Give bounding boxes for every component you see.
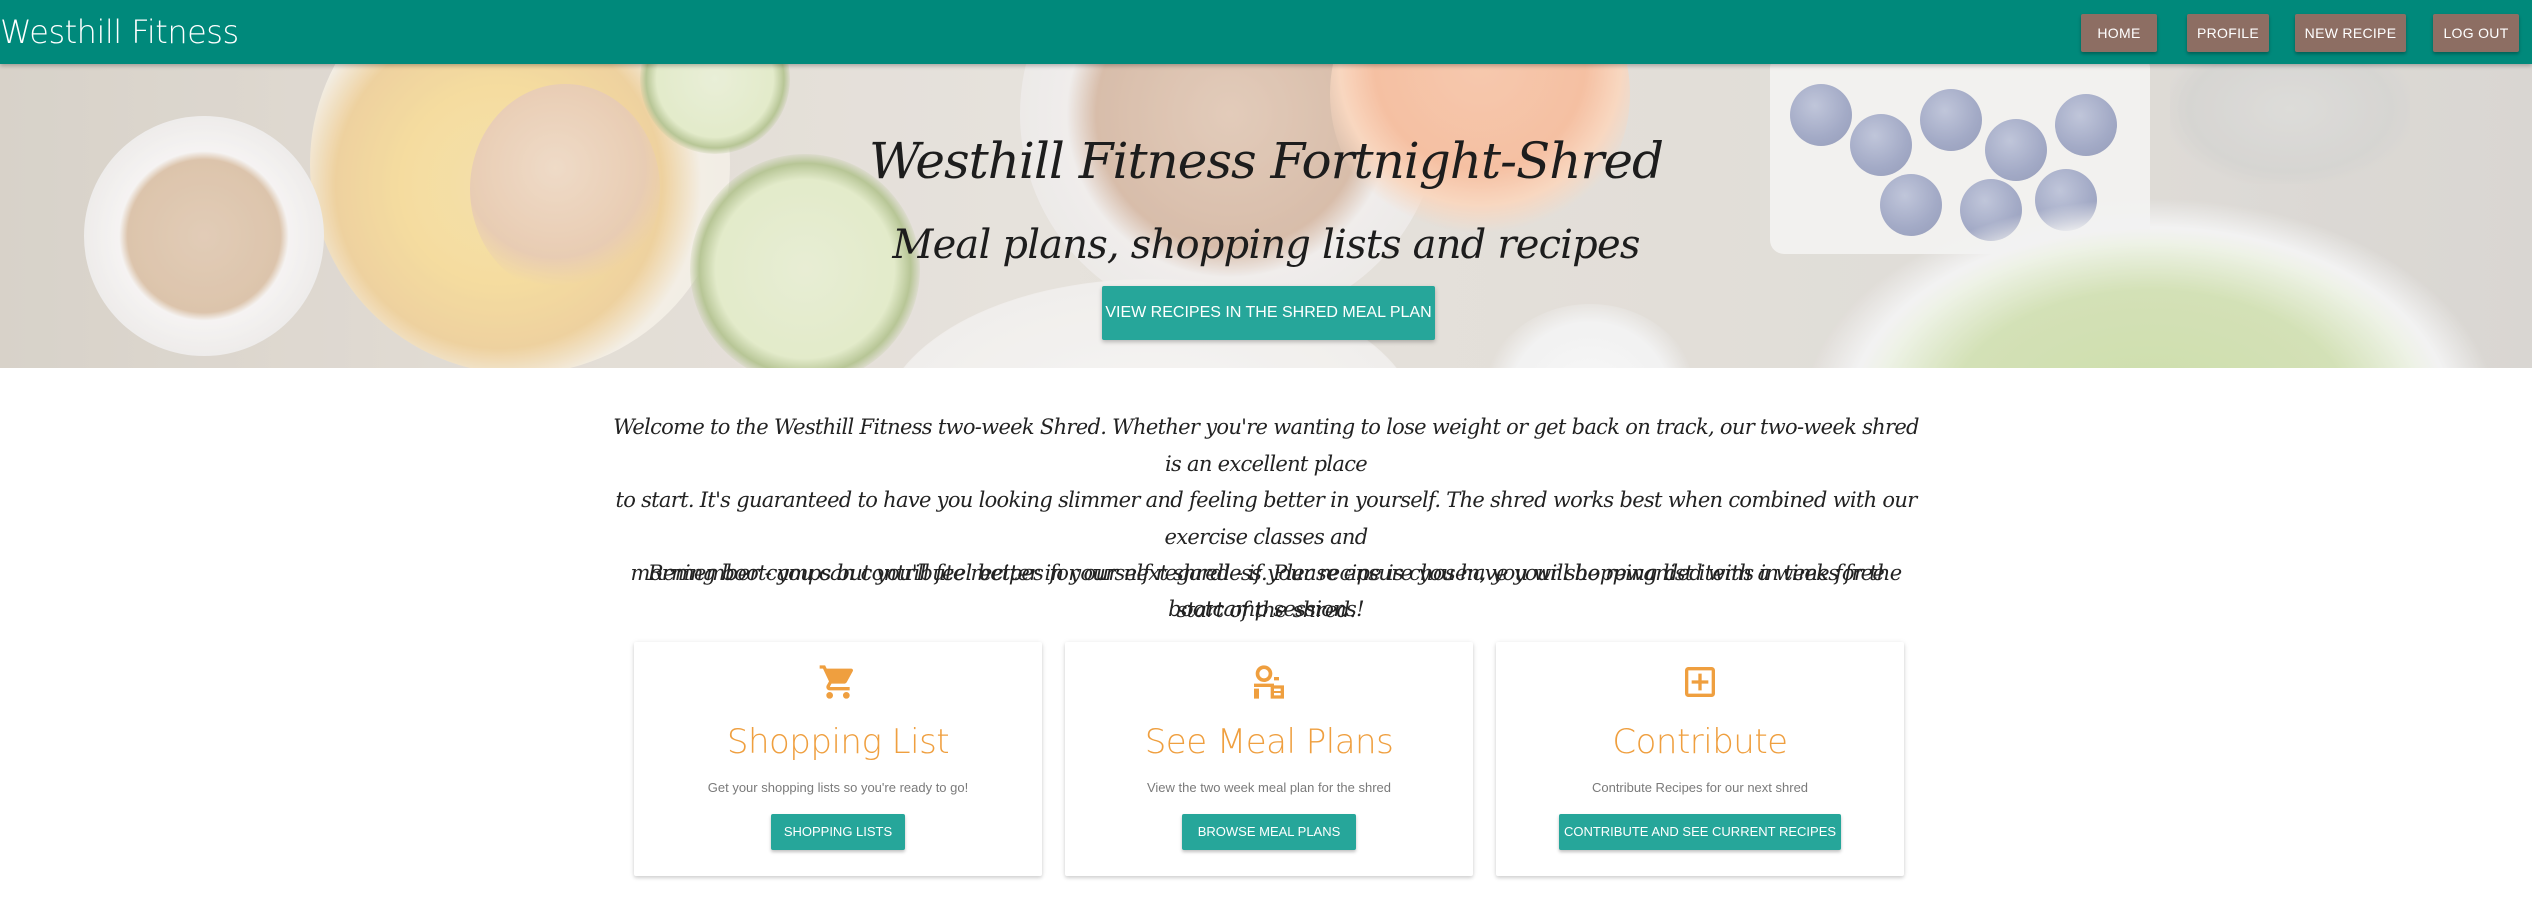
view-recipes-button[interactable]: VIEW RECIPES IN THE SHRED MEAL PLAN	[1102, 286, 1435, 340]
nav-logout-button[interactable]: LOG OUT	[2433, 14, 2519, 52]
browse-meal-plans-button[interactable]: BROWSE MEAL PLANS	[1182, 814, 1356, 850]
hero-subtitle: Meal plans, shopping lists and recipes	[892, 222, 1640, 268]
hero-title: Westhill Fitness Fortnight-Shred	[869, 132, 1664, 190]
nav-home-button[interactable]: HOME	[2081, 14, 2157, 52]
meal-plan-icon	[1254, 665, 1284, 699]
shopping-lists-button[interactable]: SHOPPING LISTS	[771, 814, 905, 850]
top-navbar: Westhill Fitness HOME PROFILE NEW RECIPE…	[0, 0, 2532, 64]
nav-profile-button[interactable]: PROFILE	[2187, 14, 2269, 52]
card-title: See Meal Plans	[1144, 722, 1394, 762]
shopping-list-card: Shopping List Get your shopping lists so…	[634, 642, 1042, 876]
card-description: Get your shopping lists so you're ready …	[707, 780, 969, 795]
brand-logo[interactable]: Westhill Fitness	[0, 13, 239, 51]
intro-line: to start. It's guaranteed to have you lo…	[615, 488, 1917, 549]
card-description: View the two week meal plan for the shre…	[1146, 780, 1391, 795]
add-box-icon	[1685, 667, 1715, 697]
contribute-card: Contribute Contribute Recipes for our ne…	[1496, 642, 1904, 876]
shopping-cart-icon	[819, 665, 854, 699]
intro-line: Welcome to the Westhill Fitness two-week…	[613, 415, 1919, 476]
meal-plans-card: See Meal Plans View the two week meal pl…	[1065, 642, 1473, 876]
remember-note: Remember - you can contribute recipes fo…	[647, 561, 1885, 621]
card-description: Contribute Recipes for our next shred	[1591, 780, 1809, 795]
nav-new-recipe-button[interactable]: NEW RECIPE	[2295, 14, 2406, 52]
card-title: Shopping List	[726, 722, 950, 762]
card-title: Contribute	[1612, 722, 1788, 762]
contribute-recipes-button[interactable]: CONTRIBUTE AND SEE CURRENT RECIPES	[1559, 814, 1841, 850]
